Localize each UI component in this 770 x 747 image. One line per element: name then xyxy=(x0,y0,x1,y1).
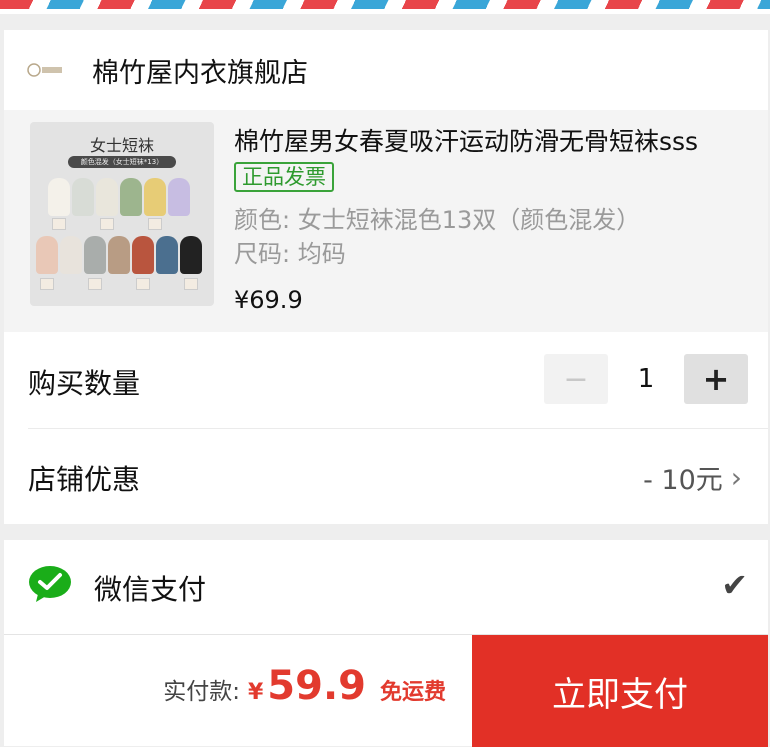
sock-graphic xyxy=(72,178,94,216)
payment-method-row[interactable]: 微信支付 ✔ xyxy=(4,540,768,634)
product-image[interactable]: 女士短袜 颜色混发（女士短袜*13） xyxy=(30,122,214,306)
sock-graphic xyxy=(84,236,106,274)
sock-graphic xyxy=(168,178,190,216)
pay-now-button[interactable]: 立即支付 xyxy=(472,635,768,747)
shop-logo-icon xyxy=(26,50,66,90)
checkout-bar: 实付款: ¥ 59.9 免运费 立即支付 xyxy=(4,634,768,747)
order-options: 购买数量 − 1 + 店铺优惠 - 10元 › xyxy=(4,332,768,524)
product-title-text: 棉竹屋男女春夏吸汗运动防滑无骨短袜sss xyxy=(234,127,699,156)
divider xyxy=(28,428,768,429)
shop-name: 棉竹屋内衣旗舰店 xyxy=(92,57,308,89)
store-discount-selector[interactable]: - 10元 › xyxy=(643,458,742,497)
invoice-badge: 正品发票 xyxy=(234,162,334,192)
quantity-label: 购买数量 xyxy=(28,367,141,400)
total-value: 59.9 xyxy=(267,663,366,709)
sock-graphic xyxy=(60,236,82,274)
shop-header[interactable]: 棉竹屋内衣旗舰店 xyxy=(4,30,768,110)
product-card: 女士短袜 颜色混发（女士短袜*13） 棉竹屋男女春夏吸汗运动防滑无骨短袜sss … xyxy=(4,110,768,332)
decrease-quantity-button[interactable]: − xyxy=(544,354,608,404)
sock-graphic xyxy=(132,236,154,274)
sock-tag xyxy=(148,218,162,230)
product-size: 尺码: 均码 xyxy=(234,240,346,268)
sock-tag xyxy=(136,278,150,290)
product-price: ¥69.9 xyxy=(234,286,303,314)
quantity-value[interactable]: 1 xyxy=(608,354,684,404)
sock-tag xyxy=(40,278,54,290)
sock-tag xyxy=(100,218,114,230)
check-icon: ✔ xyxy=(721,566,748,604)
sock-tag xyxy=(52,218,66,230)
sock-graphic xyxy=(96,178,118,216)
total-amount: 实付款: ¥ 59.9 免运费 xyxy=(163,663,446,709)
currency-symbol: ¥ xyxy=(247,680,264,705)
payment-method-label: 微信支付 xyxy=(94,573,207,606)
sock-graphic xyxy=(48,178,70,216)
product-image-subtitle: 颜色混发（女士短袜*13） xyxy=(68,156,176,168)
chevron-right-icon: › xyxy=(730,461,742,494)
sock-tag xyxy=(184,278,198,290)
product-color: 颜色: 女士短袜混色13双（颜色混发） xyxy=(234,206,641,234)
total-label: 实付款: xyxy=(163,679,240,705)
sock-graphic xyxy=(108,236,130,274)
sock-graphic xyxy=(180,236,202,274)
sock-graphic xyxy=(156,236,178,274)
sock-tag xyxy=(88,278,102,290)
plus-icon: + xyxy=(702,360,730,398)
minus-icon: − xyxy=(563,361,589,397)
product-title: 棉竹屋男女春夏吸汗运动防滑无骨短袜sss 正品发票 xyxy=(234,124,744,196)
sock-graphic xyxy=(120,178,142,216)
sock-graphic xyxy=(36,236,58,274)
product-image-title: 女士短袜 xyxy=(89,136,154,155)
store-discount-value: - 10元 xyxy=(643,465,723,496)
sock-graphic xyxy=(144,178,166,216)
free-shipping-label: 免运费 xyxy=(379,680,446,705)
store-discount-label: 店铺优惠 xyxy=(28,463,141,496)
wechat-pay-icon xyxy=(28,564,72,604)
increase-quantity-button[interactable]: + xyxy=(684,354,748,404)
